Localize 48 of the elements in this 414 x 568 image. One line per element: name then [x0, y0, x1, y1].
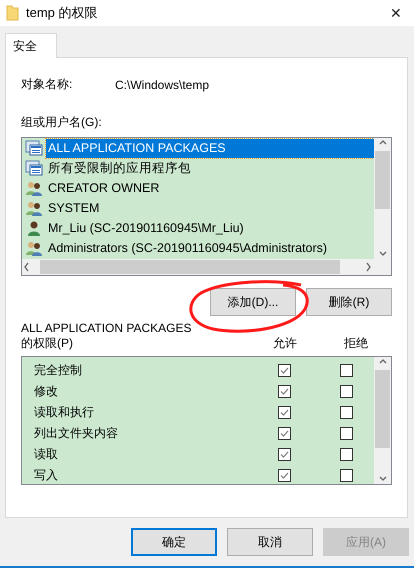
checkbox[interactable] — [278, 406, 290, 419]
permissions-label: 的权限(P) — [21, 335, 74, 352]
checkbox[interactable] — [278, 385, 290, 398]
cancel-button[interactable]: 取消 — [227, 528, 313, 556]
permission-name: 读取和执行 — [34, 404, 95, 421]
permission-name: 完全控制 — [34, 362, 83, 379]
list-item[interactable]: Mr_Liu (SC-201901160945\Mr_Liu) — [46, 218, 246, 238]
remove-button[interactable]: 删除(R) — [306, 288, 392, 316]
vertical-scrollbar[interactable] — [374, 138, 391, 259]
object-path: C:\Windows\temp — [115, 78, 210, 92]
window-title: temp 的权限 — [26, 4, 99, 22]
permission-name: 列出文件夹内容 — [34, 425, 119, 442]
users-icon — [25, 200, 43, 216]
permission-name: 修改 — [34, 383, 59, 400]
permission-name: 写入 — [34, 467, 59, 484]
users-icon — [25, 240, 43, 256]
checkbox[interactable] — [340, 469, 353, 482]
list-item[interactable]: SYSTEM — [46, 198, 102, 218]
tab[interactable]: 安全 — [5, 33, 57, 58]
application-window-icon — [25, 140, 43, 156]
users-icon — [25, 180, 43, 196]
checkbox[interactable] — [278, 427, 290, 440]
close-button[interactable]: ✕ — [384, 5, 408, 21]
list-item[interactable]: Administrators (SC-201901160945\Administrators) — [46, 238, 330, 258]
object-name-label: 对象名称: — [21, 76, 74, 93]
checkbox[interactable] — [278, 448, 290, 461]
list-item[interactable]: ALL APPLICATION PACKAGES — [46, 138, 374, 158]
checkbox[interactable] — [340, 448, 353, 461]
horizontal-scrollbar[interactable] — [22, 259, 374, 275]
vertical-scrollbar[interactable] — [374, 357, 391, 484]
permissions-title: ALL APPLICATION PACKAGES — [21, 321, 193, 335]
list-item[interactable]: CREATOR OWNER — [46, 178, 162, 198]
application-window-icon — [25, 160, 43, 176]
folder-icon — [6, 5, 19, 21]
checkbox[interactable] — [340, 406, 353, 419]
checkbox[interactable] — [340, 364, 353, 377]
checkbox[interactable] — [340, 427, 353, 440]
checkbox[interactable] — [278, 469, 290, 482]
user-icon — [25, 220, 43, 236]
ok-button[interactable]: 确定 — [131, 528, 217, 556]
checkbox[interactable] — [340, 385, 353, 398]
groups-label: 组或用户名(G): — [21, 114, 102, 131]
column-header: 拒绝 — [343, 335, 369, 352]
add-button[interactable]: 添加(D)... — [210, 288, 296, 316]
checkbox[interactable] — [278, 364, 290, 377]
permission-name: 读取 — [34, 446, 59, 463]
list-item[interactable]: 所有受限制的应用程序包 — [46, 158, 193, 178]
column-header: 允许 — [272, 335, 298, 352]
